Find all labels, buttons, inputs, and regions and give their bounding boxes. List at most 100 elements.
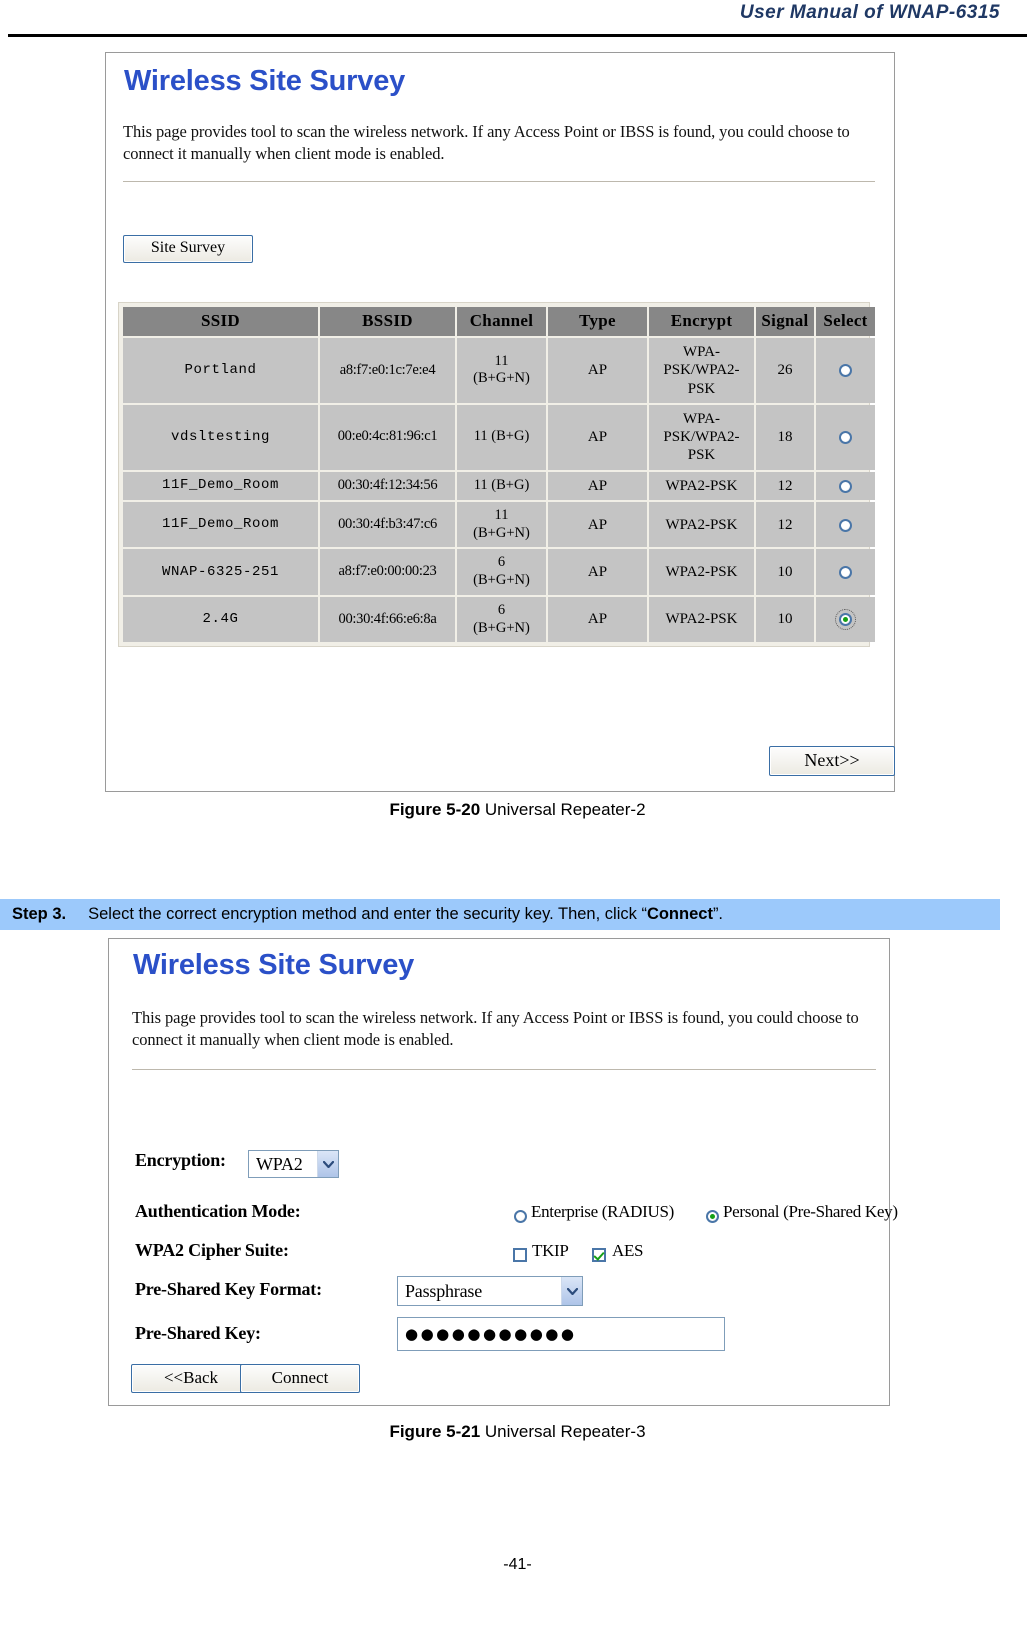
table-row[interactable]: 11F_Demo_Room 00:30:4f:12:34:56 11 (B+G) AP… bbox=[123, 471, 875, 501]
encryption-row: Encryption: bbox=[135, 1150, 226, 1171]
cell-encrypt: WPA2-PSK bbox=[649, 471, 754, 501]
cell-bssid: 00:e0:4c:81:96:c1 bbox=[320, 404, 455, 470]
auth-personal-radio[interactable] bbox=[706, 1207, 719, 1225]
site-survey-button[interactable]: Site Survey bbox=[123, 235, 253, 263]
site-survey-panel-2: Wireless Site Survey This page provides … bbox=[108, 938, 898, 1406]
radio-circle-icon[interactable] bbox=[839, 479, 852, 493]
panel-title-1: Wireless Site Survey bbox=[124, 65, 406, 97]
cell-select[interactable] bbox=[816, 596, 875, 643]
cell-signal: 10 bbox=[756, 596, 814, 643]
next-button[interactable]: Next>> bbox=[769, 746, 895, 776]
connect-button[interactable]: Connect bbox=[240, 1364, 360, 1393]
column-header-encrypt: Encrypt bbox=[649, 307, 754, 336]
site-survey-table: SSID BSSID Channel Type Encrypt Signal S… bbox=[121, 305, 877, 644]
psk-format-select[interactable]: Passphrase bbox=[397, 1276, 583, 1306]
psk-input[interactable]: ●●●●●●●●●●● bbox=[397, 1317, 725, 1351]
psk-input-value: ●●●●●●●●●●● bbox=[405, 1324, 577, 1343]
radio-circle-icon[interactable] bbox=[839, 431, 852, 445]
figure-caption-2: Figure 5-21 Universal Repeater-3 bbox=[0, 1422, 1035, 1442]
cell-type: AP bbox=[548, 502, 647, 548]
column-header-channel: Channel bbox=[457, 307, 546, 336]
step-3-text-before: Select the correct encryption method and… bbox=[88, 905, 647, 923]
step-3-label: Step 3. bbox=[12, 905, 67, 923]
panel-divider-2 bbox=[132, 1069, 876, 1071]
radio-circle-icon[interactable] bbox=[839, 566, 852, 580]
auth-mode-label: Authentication Mode: bbox=[135, 1201, 301, 1221]
cell-signal: 10 bbox=[756, 549, 814, 595]
cell-signal: 26 bbox=[756, 338, 814, 403]
figure-caption-2-text: Universal Repeater-3 bbox=[484, 1422, 646, 1441]
radio-circle-icon[interactable] bbox=[839, 518, 852, 532]
panel-title-2: Wireless Site Survey bbox=[133, 949, 415, 981]
cell-select[interactable] bbox=[816, 338, 875, 403]
cell-select[interactable] bbox=[816, 471, 875, 501]
panel-description-2: This page provides tool to scan the wire… bbox=[132, 1008, 859, 1049]
encryption-label: Encryption: bbox=[135, 1150, 226, 1170]
cell-encrypt: WPA2-PSK bbox=[649, 502, 754, 548]
cell-channel: 6 (B+G+N) bbox=[457, 596, 546, 643]
radio-circle-selected-icon bbox=[706, 1209, 719, 1223]
cell-channel: 11 (B+G+N) bbox=[457, 502, 546, 548]
table-row[interactable]: 2.4G 00:30:4f:66:e6:8a 6 (B+G+N) AP WPA2-PSK 1… bbox=[123, 596, 875, 643]
cipher-suite-label: WPA2 Cipher Suite: bbox=[135, 1240, 289, 1260]
chevron-down-icon bbox=[561, 1277, 582, 1305]
cell-encrypt: WPA2-PSK bbox=[649, 596, 754, 643]
cell-channel: 11 (B+G+N) bbox=[457, 338, 546, 403]
cell-type: AP bbox=[548, 404, 647, 470]
step-3-bar: Step 3. Select the correct encryption met… bbox=[0, 899, 1000, 930]
psk-format-select-value: Passphrase bbox=[405, 1280, 482, 1301]
cell-bssid: 00:30:4f:12:34:56 bbox=[320, 471, 455, 501]
table-row[interactable]: WNAP-6325-251 a8:f7:e0:00:00:23 6 (B+G+N) AP… bbox=[123, 549, 875, 595]
cell-bssid: 00:30:4f:66:e6:8a bbox=[320, 596, 455, 643]
cell-bssid: a8:f7:e0:00:00:23 bbox=[320, 549, 455, 595]
panel-divider-1 bbox=[123, 181, 875, 183]
auth-enterprise-radio[interactable] bbox=[514, 1207, 527, 1225]
column-header-bssid: BSSID bbox=[320, 307, 455, 336]
page-footer: -41- bbox=[0, 1556, 1035, 1574]
column-header-type: Type bbox=[548, 307, 647, 336]
radio-circle-icon[interactable] bbox=[839, 364, 852, 378]
cell-signal: 12 bbox=[756, 471, 814, 501]
header-rule bbox=[8, 34, 1027, 37]
figure-caption-2-label: Figure 5-21 bbox=[389, 1422, 481, 1441]
table-row[interactable]: Portland a8:f7:e0:1c:7e:e4 11 (B+G+N) AP WPA-… bbox=[123, 338, 875, 403]
column-header-signal: Signal bbox=[756, 307, 814, 336]
radio-circle-selected-icon[interactable] bbox=[835, 609, 856, 631]
encryption-select-value: WPA2 bbox=[256, 1153, 303, 1174]
table-header-row: SSID BSSID Channel Type Encrypt Signal S… bbox=[123, 307, 875, 336]
cell-select[interactable] bbox=[816, 502, 875, 548]
back-button[interactable]: <<Back bbox=[131, 1364, 251, 1393]
cell-bssid: a8:f7:e0:1c:7e:e4 bbox=[320, 338, 455, 403]
cell-channel: 11 (B+G) bbox=[457, 471, 546, 501]
site-survey-table-wrap: SSID BSSID Channel Type Encrypt Signal S… bbox=[118, 302, 875, 648]
cell-type: AP bbox=[548, 471, 647, 501]
cell-encrypt: WPA- PSK/WPA2- PSK bbox=[649, 404, 754, 470]
cell-select[interactable] bbox=[816, 549, 875, 595]
checkbox-icon bbox=[513, 1248, 527, 1263]
cell-channel: 11 (B+G) bbox=[457, 404, 546, 470]
table-row[interactable]: vdsltesting 00:e0:4c:81:96:c1 11 (B+G) AP WP… bbox=[123, 404, 875, 470]
cell-ssid: Portland bbox=[123, 338, 318, 403]
panel-description-1: This page provides tool to scan the wire… bbox=[123, 122, 850, 163]
cipher-tkip-checkbox[interactable] bbox=[513, 1246, 527, 1264]
cell-select[interactable] bbox=[816, 404, 875, 470]
figure-caption-1: Figure 5-20 Universal Repeater-2 bbox=[0, 800, 1035, 820]
figure-caption-1-text: Universal Repeater-2 bbox=[484, 800, 646, 819]
cell-ssid: WNAP-6325-251 bbox=[123, 549, 318, 595]
checkbox-checked-icon bbox=[592, 1248, 606, 1263]
step-3-bold-word: Connect bbox=[646, 905, 713, 923]
cell-signal: 18 bbox=[756, 404, 814, 470]
cipher-tkip-label: TKIP bbox=[532, 1241, 569, 1260]
table-row[interactable]: 11F_Demo_Room 00:30:4f:b3:47:c6 11 (B+G+N) A… bbox=[123, 502, 875, 548]
cell-type: AP bbox=[548, 549, 647, 595]
cipher-aes-label: AES bbox=[612, 1241, 644, 1260]
cell-ssid: 11F_Demo_Room bbox=[123, 502, 318, 548]
radio-circle-icon bbox=[514, 1209, 527, 1223]
auth-enterprise-label: Enterprise (RADIUS) bbox=[531, 1202, 675, 1221]
encryption-select[interactable]: WPA2 bbox=[248, 1150, 339, 1178]
site-survey-panel-1: Wireless Site Survey This page provides … bbox=[105, 52, 895, 792]
cipher-aes-checkbox[interactable] bbox=[592, 1246, 606, 1264]
page-header: User Manual of WNAP-6315 bbox=[0, 0, 1035, 42]
cell-type: AP bbox=[548, 596, 647, 643]
cell-channel: 6 (B+G+N) bbox=[457, 549, 546, 595]
